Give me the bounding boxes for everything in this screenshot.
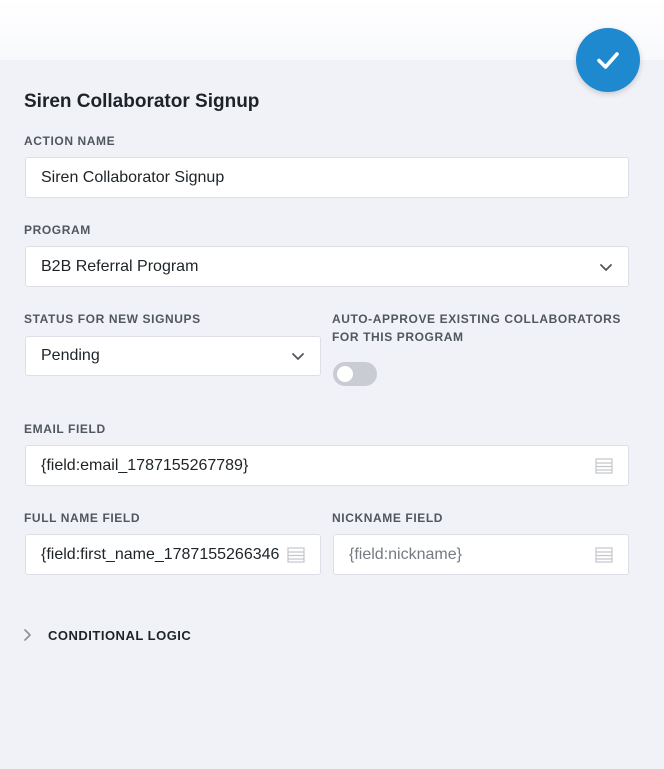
program-label: PROGRAM [24,223,91,237]
nickname-field-input[interactable]: {field:nickname} [333,534,629,575]
action-name-label: ACTION NAME [24,134,116,148]
merge-tag-icon[interactable] [595,457,613,474]
email-field-label: EMAIL FIELD [24,422,106,436]
save-button[interactable] [576,28,640,92]
email-field-input[interactable]: {field:email_1787155267789} [25,445,629,486]
email-field-value: {field:email_1787155267789} [41,456,249,474]
auto-approve-label: AUTO-APPROVE EXISTING COLLABORATORS FOR … [332,310,621,346]
full-name-field-value: {field:first_name_1787155266346} [41,545,279,563]
program-value: B2B Referral Program [41,257,199,275]
action-name-input[interactable]: Siren Collaborator Signup [25,157,629,198]
action-name-value: Siren Collaborator Signup [41,168,225,186]
conditional-logic-label: CONDITIONAL LOGIC [48,627,192,643]
auto-approve-label-line2: FOR THIS PROGRAM [332,330,464,344]
full-name-field-input[interactable]: {field:first_name_1787155266346} [25,534,321,575]
auto-approve-toggle[interactable] [333,362,377,386]
toggle-knob [337,366,353,382]
chevron-right-icon [24,629,31,641]
conditional-logic-toggle[interactable]: CONDITIONAL LOGIC [20,624,191,646]
chevron-down-icon [600,263,612,271]
nickname-field-placeholder: {field:nickname} [349,545,462,563]
full-name-field-label: FULL NAME FIELD [24,511,141,525]
program-select[interactable]: B2B Referral Program [25,246,629,287]
status-value: Pending [41,347,100,364]
page-title: Siren Collaborator Signup [24,91,260,112]
chevron-down-icon [292,353,304,360]
merge-tag-icon[interactable] [287,546,305,563]
checkmark-icon [597,52,619,69]
status-select[interactable]: Pending [25,336,321,376]
auto-approve-label-line1: AUTO-APPROVE EXISTING COLLABORATORS [332,312,622,326]
top-bar [0,0,664,60]
status-label: STATUS FOR NEW SIGNUPS [24,312,201,326]
merge-tag-icon[interactable] [595,546,613,563]
nickname-field-label: NICKNAME FIELD [332,511,444,525]
